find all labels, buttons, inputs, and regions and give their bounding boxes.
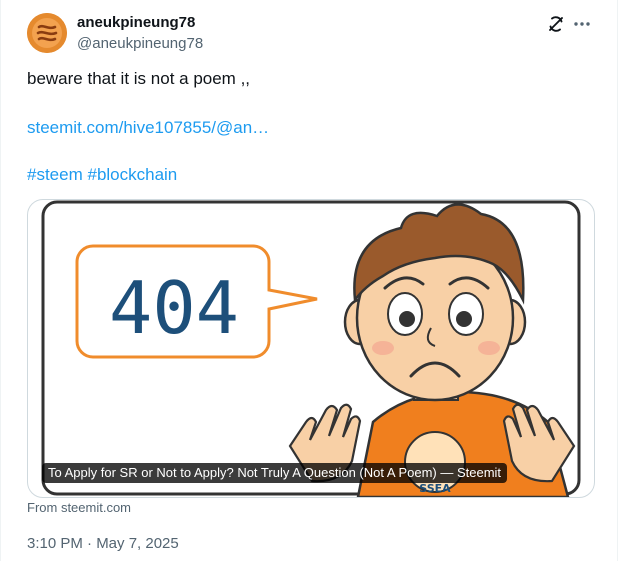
steem-logo-icon [27, 13, 67, 53]
hashtag-steem[interactable]: #steem [27, 165, 83, 184]
link-source[interactable]: From steemit.com [27, 500, 131, 515]
link-preview-card[interactable]: 404 SSEA To Apply for SR or Not to Apply… [27, 199, 595, 498]
tweet-link[interactable]: steemit.com/hive107855/@an… [27, 117, 269, 139]
avatar[interactable] [27, 13, 67, 53]
preview-image: 404 SSEA [41, 200, 581, 497]
shirt-logo-text: SSEA [419, 482, 451, 495]
tweet-card[interactable]: aneukpineung78 @aneukpineung78 beware th… [0, 0, 618, 561]
tweet-text: beware that it is not a poem ,, [27, 69, 251, 88]
display-name[interactable]: aneukpineung78 [77, 14, 195, 31]
more-dots-icon[interactable] [572, 14, 592, 34]
link-preview-title: To Apply for SR or Not to Apply? Not Tru… [42, 463, 508, 483]
tweet-timestamp[interactable]: 3:10 PM · May 7, 2025 [27, 535, 179, 552]
speech-bubble-404: 404 [109, 266, 239, 350]
grok-icon[interactable] [546, 14, 566, 34]
user-handle[interactable]: @aneukpineung78 [77, 35, 203, 52]
hashtag-blockchain[interactable]: #blockchain [87, 165, 177, 184]
hashtags: #steem #blockchain [27, 164, 177, 186]
